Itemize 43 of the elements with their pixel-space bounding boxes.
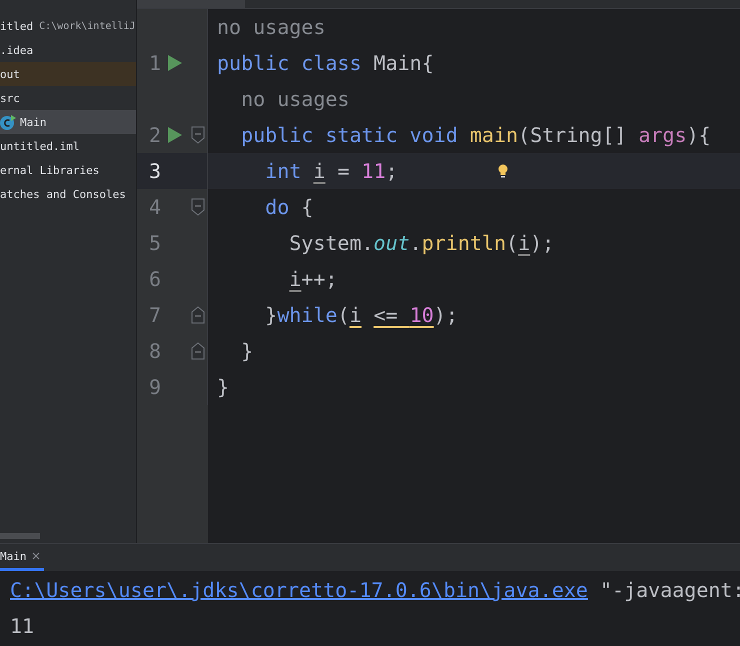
usage-hint[interactable]: no usages bbox=[208, 13, 326, 41]
lightbulb-icon[interactable] bbox=[498, 164, 508, 178]
line-number: 5 bbox=[148, 231, 161, 255]
line-number: 8 bbox=[148, 339, 161, 363]
code-line: } bbox=[240, 338, 254, 365]
line-number: 6 bbox=[148, 267, 161, 291]
code-line: public static void main(String[] args){ bbox=[240, 122, 711, 149]
run-icon[interactable] bbox=[168, 127, 182, 143]
usage-hint[interactable]: no usages bbox=[208, 85, 350, 113]
line-number: 9 bbox=[148, 375, 161, 399]
run-tab[interactable]: Main bbox=[0, 544, 44, 571]
command-args: "-javaagent: bbox=[599, 578, 740, 602]
tree-item[interactable]: out bbox=[0, 62, 136, 86]
run-icon[interactable] bbox=[168, 55, 182, 71]
project-name[interactable]: itled bbox=[0, 20, 34, 32]
tree-item[interactable]: untitled.iml bbox=[0, 134, 136, 158]
tree-item[interactable]: .idea bbox=[0, 38, 136, 62]
fold-icon[interactable] bbox=[191, 126, 205, 144]
tree-item[interactable]: ernal Libraries bbox=[0, 158, 136, 182]
console-output: 11 bbox=[10, 614, 34, 638]
scrollbar-thumb[interactable] bbox=[0, 533, 40, 539]
tree-item[interactable]: Main bbox=[0, 110, 136, 134]
line-number: 7 bbox=[148, 303, 161, 327]
tree-item[interactable]: src bbox=[0, 86, 136, 110]
executable-link[interactable]: C:\Users\user\.jdks\corretto-17.0.6\bin\java.exe bbox=[10, 578, 588, 602]
line-number: 3 bbox=[148, 159, 161, 183]
project-path: C:\work\intelliJ bbox=[39, 20, 136, 32]
line-number: 2 bbox=[148, 123, 161, 147]
fold-icon[interactable] bbox=[191, 198, 205, 216]
line-number: 1 bbox=[148, 51, 161, 75]
code-line: public class Main{ bbox=[216, 50, 434, 77]
code-line: i++; bbox=[288, 266, 338, 293]
tree-item[interactable]: atches and Consoles bbox=[0, 182, 136, 206]
code-line: }while(i <= 10); bbox=[264, 302, 458, 329]
line-number: 4 bbox=[148, 195, 161, 219]
fold-icon[interactable] bbox=[191, 306, 205, 324]
code-line: } bbox=[216, 374, 230, 401]
close-icon[interactable] bbox=[32, 552, 40, 560]
fold-icon[interactable] bbox=[191, 342, 205, 360]
code-line: do { bbox=[264, 194, 314, 221]
code-line: System.out.println(i); bbox=[288, 230, 554, 257]
class-icon bbox=[0, 114, 16, 130]
code-line: int i = 11; bbox=[264, 158, 398, 185]
